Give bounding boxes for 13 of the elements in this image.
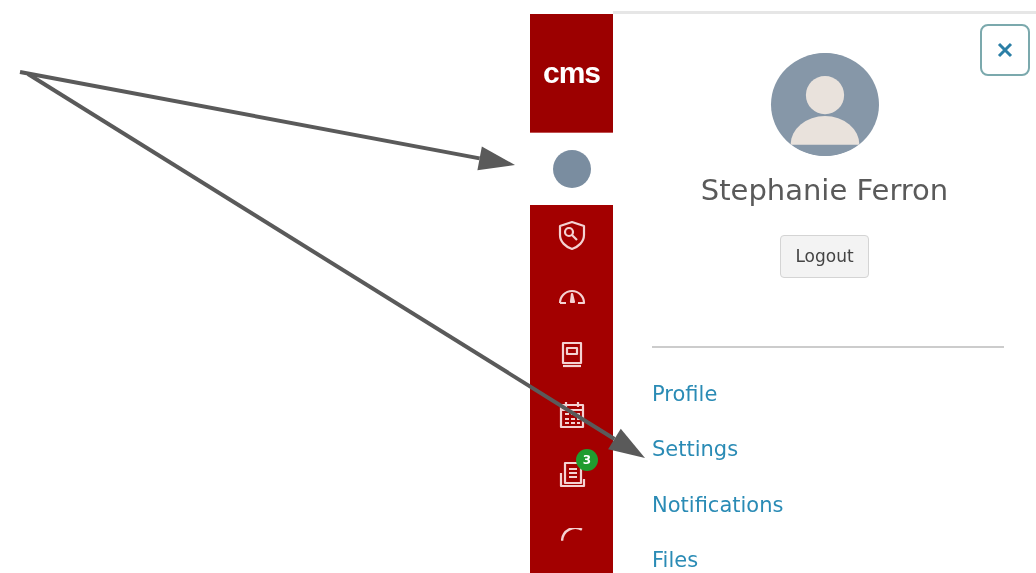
logo[interactable]: cms bbox=[542, 58, 600, 88]
logout-button[interactable]: Logout bbox=[780, 234, 869, 279]
nav-icon bbox=[560, 528, 583, 542]
close-button[interactable] bbox=[980, 24, 1030, 76]
user-name: Stephanie Ferron bbox=[700, 172, 949, 210]
tray-link[interactable]: Settings bbox=[652, 437, 739, 463]
tray-link[interactable]: Profile bbox=[652, 382, 718, 408]
avatar bbox=[552, 150, 591, 188]
nav-item[interactable]: 3 bbox=[530, 445, 613, 505]
tray-link[interactable]: Files bbox=[652, 547, 699, 573]
close-icon bbox=[997, 42, 1013, 58]
count-badge: 3 bbox=[576, 449, 598, 471]
tray-link[interactable]: Notifications bbox=[652, 492, 784, 518]
